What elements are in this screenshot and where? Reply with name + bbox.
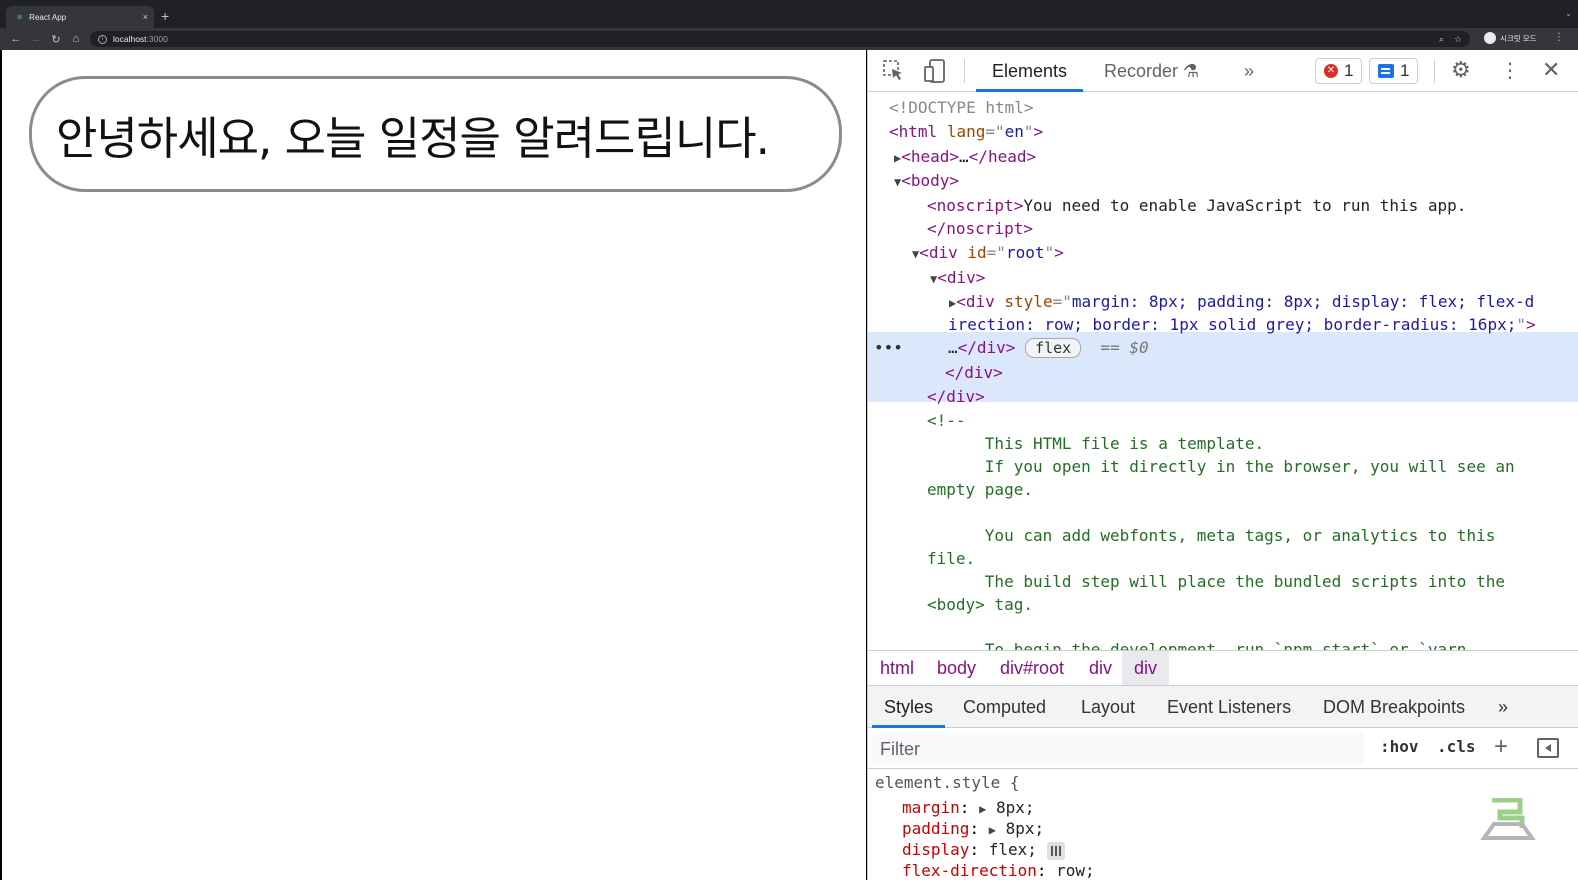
- breadcrumb-div-selected[interactable]: div: [1122, 651, 1170, 685]
- incognito-profile-button[interactable]: 시크릿 모드: [1484, 32, 1537, 44]
- breadcrumb-div-root[interactable]: div#root: [994, 651, 1070, 685]
- close-devtools-icon[interactable]: ✕: [1542, 57, 1560, 83]
- dom-head-node[interactable]: ▶<head>…</head>: [894, 145, 1036, 168]
- more-style-tabs-icon[interactable]: »: [1498, 686, 1508, 728]
- tab-recorder[interactable]: Recorder ⚗: [1104, 50, 1199, 92]
- dom-comment-open[interactable]: <!--: [927, 409, 966, 432]
- tab-event-listeners[interactable]: Event Listeners: [1167, 686, 1291, 728]
- cls-toggle[interactable]: .cls: [1437, 737, 1476, 756]
- address-host: localhost: [113, 34, 147, 44]
- styles-tabbar: Styles Computed Layout Event Listeners D…: [868, 686, 1578, 728]
- browser-tabstrip: ⚛ React App × + ⌄: [0, 0, 1578, 28]
- greeting-card: 안녕하세요, 오늘 일정을 알려드립니다.: [29, 76, 842, 192]
- message-icon: [1378, 64, 1394, 78]
- tab-styles[interactable]: Styles: [872, 686, 946, 728]
- dom-comment-line: file.: [927, 549, 976, 568]
- style-property-row[interactable]: display: flex;: [902, 839, 1065, 860]
- dom-selected-div-close: …</div> flex == $0: [948, 338, 1149, 358]
- dom-html-node[interactable]: <html lang="en">: [889, 120, 1043, 143]
- zoom-icon[interactable]: ⌕: [1439, 34, 1444, 45]
- dom-comment-line: If you open it directly in the browser, …: [927, 457, 1515, 476]
- tab-search-icon[interactable]: ⌄: [1565, 9, 1572, 18]
- flask-icon: ⚗: [1183, 61, 1200, 81]
- styles-filter-input[interactable]: [872, 733, 1364, 765]
- tab-dom-breakpoints[interactable]: DOM Breakpoints: [1323, 686, 1465, 728]
- toggle-sidebar-icon[interactable]: [1537, 738, 1559, 758]
- incognito-avatar-icon: [1484, 32, 1496, 44]
- devtools-menu-icon[interactable]: ⋮: [1500, 58, 1520, 83]
- device-toolbar-icon[interactable]: [924, 59, 946, 88]
- new-style-rule-icon[interactable]: +: [1494, 733, 1508, 761]
- breadcrumb-div[interactable]: div: [1083, 651, 1118, 685]
- styles-filter-row: :hov .cls +: [868, 729, 1578, 769]
- dom-tree: ••• <!DOCTYPE html> <html lang="en"> ▶<h…: [868, 94, 1578, 650]
- toolbar-divider: [1434, 59, 1435, 83]
- page-viewport: 안녕하세요, 오늘 일정을 알려드립니다.: [2, 50, 866, 880]
- home-button[interactable]: ⌂: [66, 33, 86, 45]
- tab-recorder-label: Recorder: [1104, 61, 1179, 81]
- tab-title: React App: [29, 12, 67, 22]
- tab-computed[interactable]: Computed: [963, 686, 1046, 728]
- browser-menu-icon[interactable]: ⋮: [1554, 32, 1564, 43]
- selected-node-marker: == $0: [1100, 338, 1149, 357]
- back-button[interactable]: ←: [6, 33, 26, 45]
- greeting-text: 안녕하세요, 오늘 일정을 알려드립니다.: [56, 111, 770, 165]
- dom-noscript-close: </noscript>: [927, 219, 1033, 238]
- devtools-panel: Elements Recorder ⚗ » ✕ 1 1 ⚙ ⋮ ✕ ••• <!…: [867, 50, 1578, 880]
- inspect-element-icon[interactable]: [883, 60, 905, 87]
- dom-comment-line: empty page.: [927, 480, 1033, 499]
- tab-elements[interactable]: Elements: [976, 50, 1084, 92]
- dom-comment-line: The build step will place the bundled sc…: [927, 572, 1505, 591]
- bookmark-star-icon[interactable]: ☆: [1454, 34, 1462, 45]
- node-actions-icon[interactable]: •••: [874, 338, 903, 357]
- dom-root-close: </div>: [927, 387, 985, 406]
- tab-close-button[interactable]: ×: [143, 12, 148, 22]
- dom-comment-line: <body> tag.: [927, 595, 1033, 614]
- tab-layout[interactable]: Layout: [1081, 686, 1135, 728]
- toolbar-divider: [964, 59, 965, 83]
- rule-selector: element.style {: [875, 773, 1020, 792]
- site-info-icon[interactable]: i: [98, 34, 107, 44]
- forward-button[interactable]: →: [26, 33, 46, 45]
- new-tab-button[interactable]: +: [161, 6, 169, 26]
- style-rules: element.style { margin: ▶ 8px; padding: …: [868, 770, 1578, 880]
- address-port: :3000: [146, 34, 168, 44]
- dom-div-node[interactable]: ▼<div>: [930, 266, 985, 289]
- dom-doctype[interactable]: <!DOCTYPE html>: [889, 96, 1034, 119]
- flexbox-editor-icon[interactable]: [1046, 841, 1065, 860]
- flex-badge[interactable]: flex: [1025, 338, 1082, 358]
- react-favicon-icon: ⚛: [16, 12, 24, 22]
- error-icon: ✕: [1324, 64, 1338, 78]
- dom-div-close: </div>: [945, 363, 1003, 382]
- settings-gear-icon[interactable]: ⚙: [1451, 57, 1471, 83]
- dom-body-node[interactable]: ▼<body>: [894, 169, 959, 192]
- dom-selected-div-cont: irection: row; border: 1px solid grey; b…: [948, 315, 1536, 334]
- more-tabs-icon[interactable]: »: [1244, 50, 1254, 92]
- message-count: 1: [1400, 61, 1410, 80]
- browser-toolbar: ← → ↻ ⌂ i localhost :3000 ⌕ ☆ 시크릿 모드 ⋮: [0, 28, 1578, 50]
- breadcrumb-html[interactable]: html: [874, 651, 920, 685]
- watermark-logo-icon: [1480, 798, 1536, 840]
- dom-comment-line: You can add webfonts, meta tags, or anal…: [927, 526, 1496, 545]
- error-counter[interactable]: ✕ 1: [1315, 58, 1363, 84]
- style-property-row[interactable]: margin: ▶ 8px;: [902, 797, 1034, 820]
- style-property-row[interactable]: flex-direction: row;: [902, 860, 1095, 880]
- profile-label: 시크릿 모드: [1500, 33, 1537, 43]
- message-counter[interactable]: 1: [1369, 58, 1419, 84]
- style-property-row[interactable]: padding: ▶ 8px;: [902, 818, 1044, 841]
- breadcrumb: html body div#root div div: [868, 650, 1578, 686]
- dom-comment-line: This HTML file is a template.: [927, 434, 1265, 453]
- dom-comment-line: To begin the development, run `npm start…: [927, 640, 1467, 650]
- address-bar[interactable]: i localhost :3000 ⌕ ☆: [90, 31, 1470, 47]
- breadcrumb-body[interactable]: body: [931, 651, 982, 685]
- dom-noscript-node[interactable]: <noscript>You need to enable JavaScript …: [927, 194, 1466, 217]
- hov-toggle[interactable]: :hov: [1380, 737, 1419, 756]
- error-count: 1: [1344, 61, 1354, 80]
- reload-button[interactable]: ↻: [46, 33, 66, 46]
- browser-tab-react-app[interactable]: ⚛ React App ×: [6, 6, 154, 28]
- dom-root-node[interactable]: ▼<div id="root">: [912, 241, 1064, 264]
- dom-selected-div[interactable]: ▶<div style="margin: 8px; padding: 8px; …: [949, 290, 1534, 313]
- devtools-toolbar: Elements Recorder ⚗ » ✕ 1 1 ⚙ ⋮ ✕: [868, 50, 1578, 92]
